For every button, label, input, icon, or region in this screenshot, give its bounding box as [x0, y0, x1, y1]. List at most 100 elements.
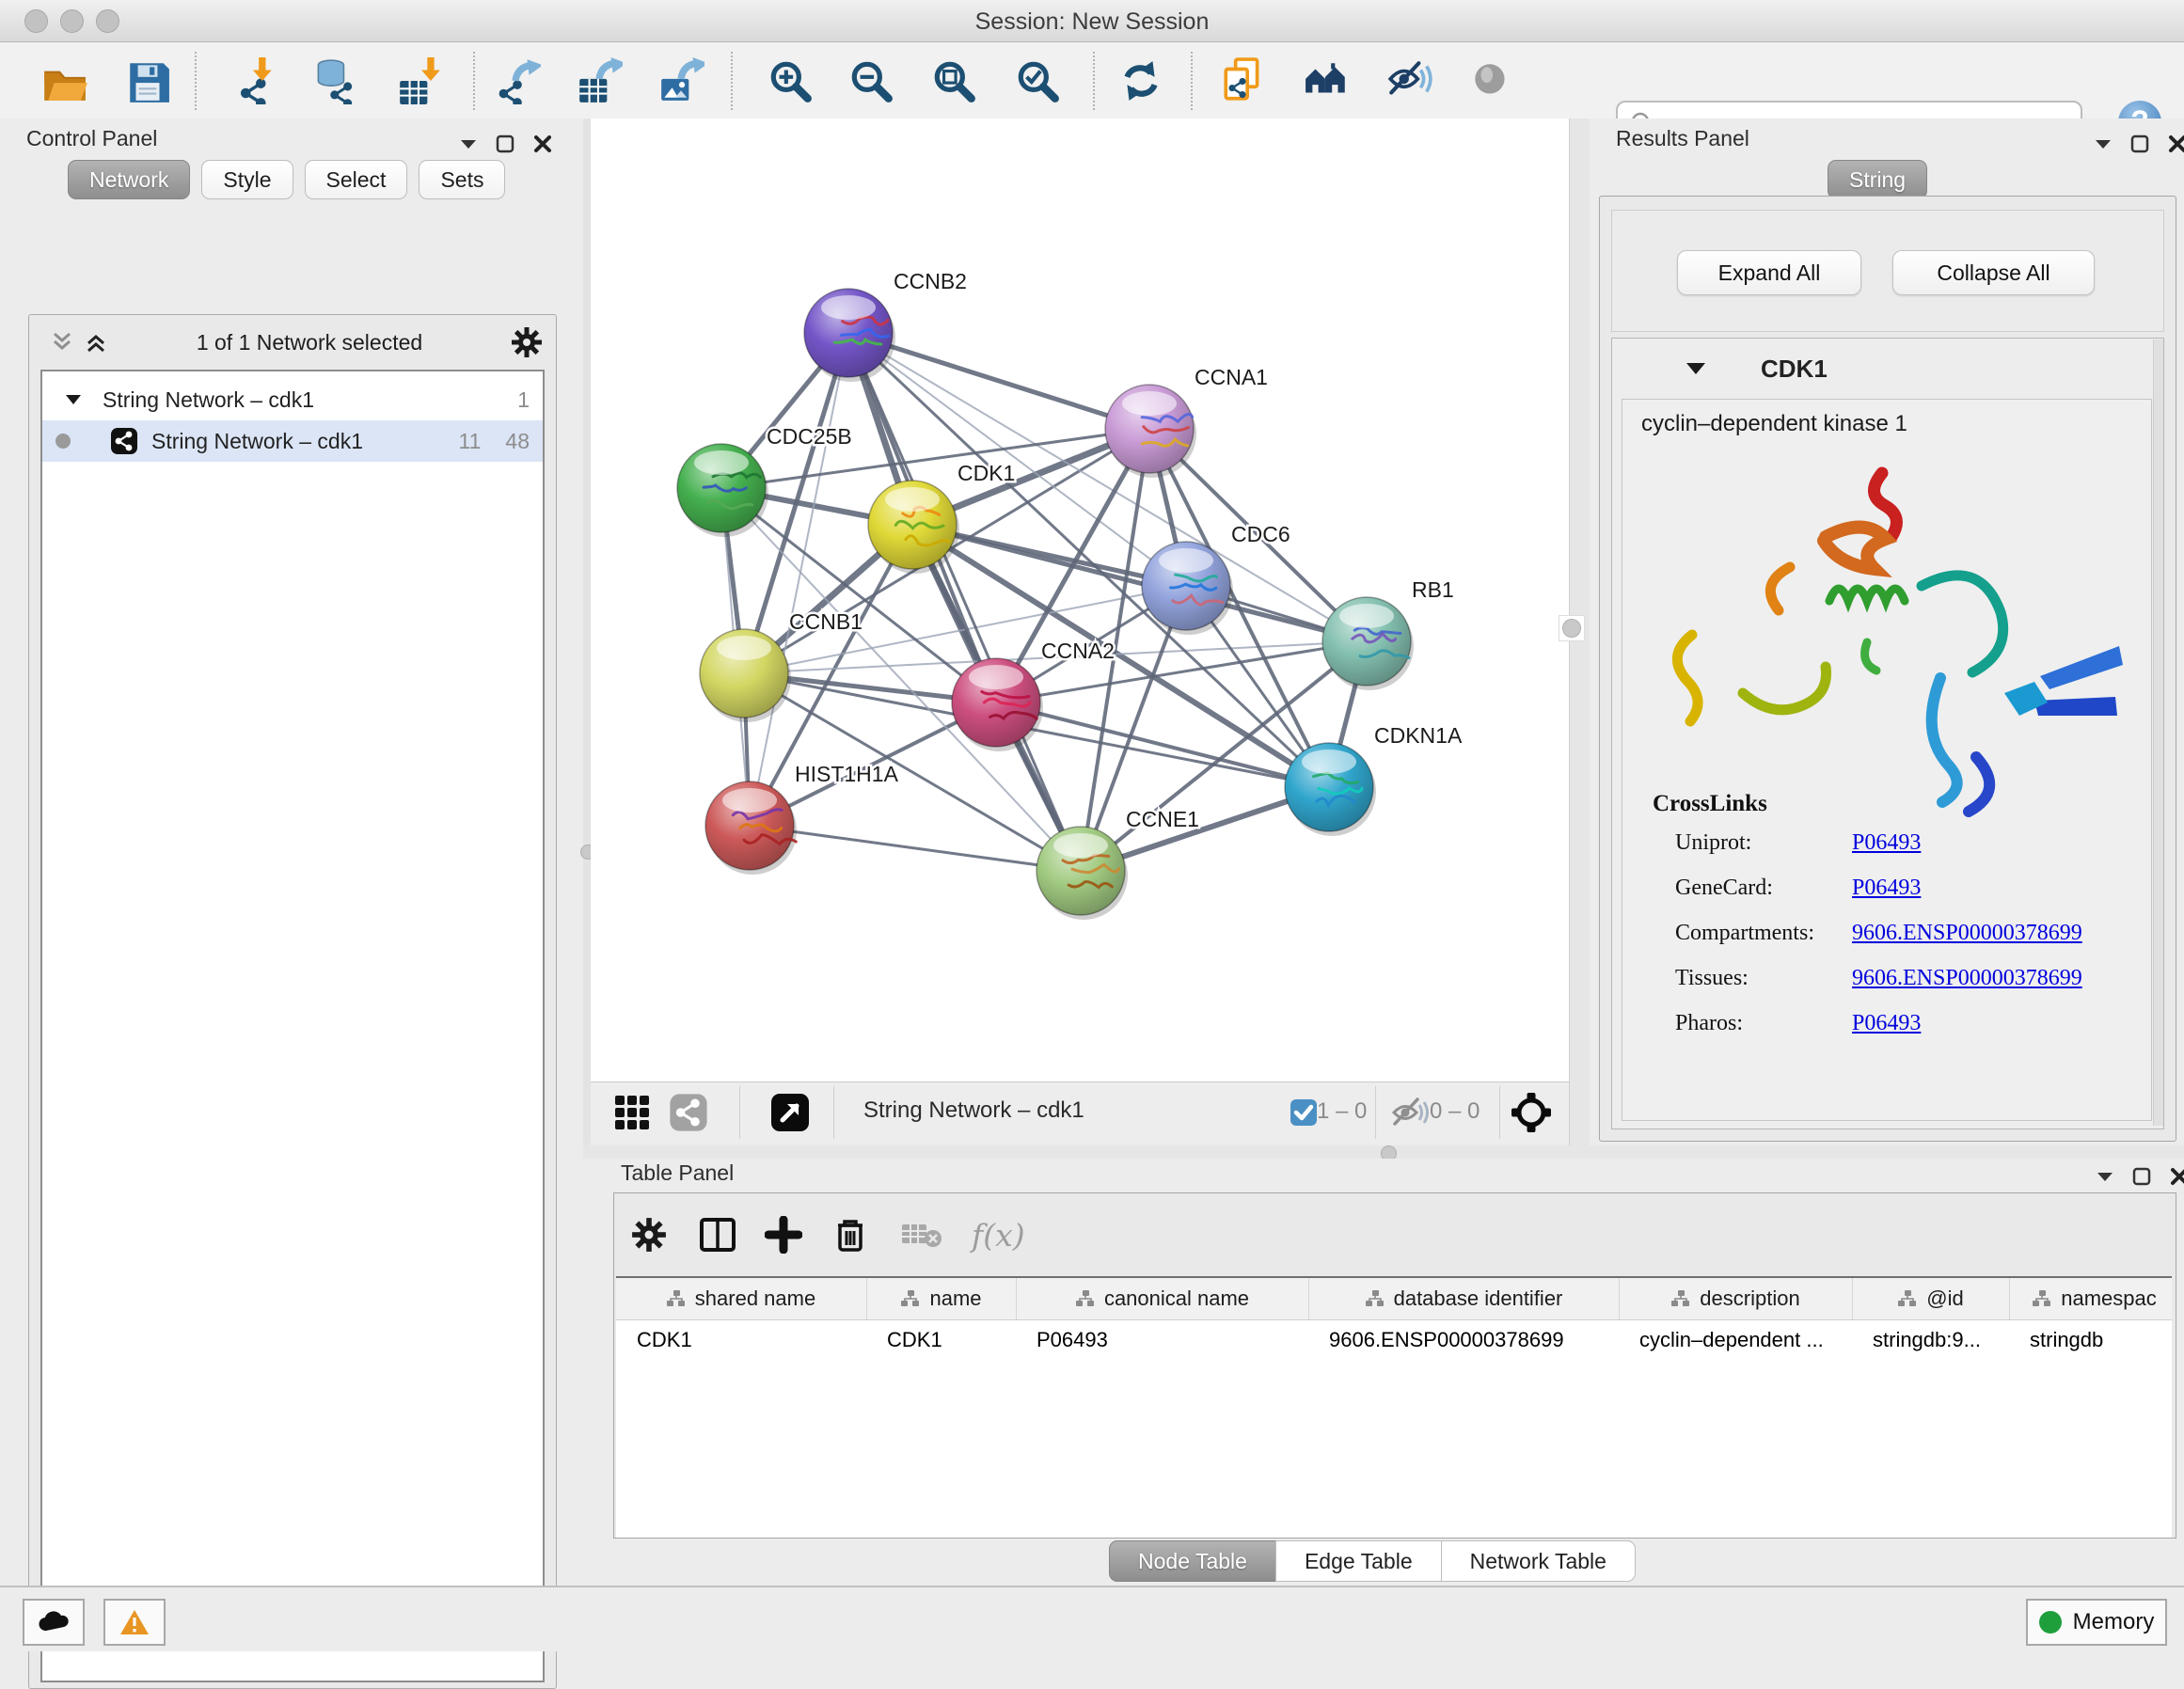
show-columns-icon[interactable]: [699, 1216, 736, 1254]
node-label-CCNA2: CCNA2: [1041, 639, 1115, 663]
show-hidden-button[interactable]: [1456, 54, 1527, 108]
crosslink-link[interactable]: 9606.ENSP00000378699: [1852, 966, 2082, 991]
column-header-namespac[interactable]: namespac: [2009, 1278, 2172, 1319]
tab-sets[interactable]: Sets: [419, 160, 505, 199]
node-label-RB1: RB1: [1412, 577, 1454, 602]
edge-CDK1-RB1[interactable]: [912, 525, 1367, 641]
column-header-description[interactable]: description: [1619, 1278, 1852, 1319]
export-network-button[interactable]: [482, 54, 553, 108]
warning-button[interactable]: [103, 1599, 166, 1646]
edge-CCNB2-CCNE1[interactable]: [848, 333, 1081, 871]
results-panel-menu-icon[interactable]: [2094, 138, 2113, 150]
open-session-button[interactable]: [28, 54, 100, 108]
network-options-gear-icon[interactable]: [511, 326, 543, 358]
gene-description: cyclin–dependent kinase 1: [1641, 411, 1907, 437]
refresh-button[interactable]: [1105, 54, 1177, 108]
column-header-database-identifier[interactable]: database identifier: [1308, 1278, 1619, 1319]
horizontal-splitter[interactable]: [583, 1145, 2184, 1159]
node-table: shared namenamecanonical namedatabase id…: [616, 1276, 2172, 1538]
main-toolbar: ?: [0, 42, 2184, 119]
import-table-from-file-button[interactable]: [384, 54, 455, 108]
table-row[interactable]: CDK1CDK1P064939606.ENSP00000378699cyclin…: [616, 1320, 2172, 1360]
import-database-icon: [309, 57, 356, 104]
zoom-selected-icon: [1014, 57, 1061, 104]
eye-slash-icon: [1386, 57, 1433, 104]
crosslink-link[interactable]: P06493: [1852, 1011, 1921, 1036]
import-network-from-database-button[interactable]: [297, 54, 369, 108]
zoom-out-button[interactable]: [835, 54, 907, 108]
save-icon: [124, 57, 171, 104]
memory-button[interactable]: Memory: [2026, 1599, 2167, 1646]
node-HIST1H1A[interactable]: HIST1H1A: [705, 762, 899, 875]
hidden-eye-slash-icon[interactable]: [1386, 1090, 1432, 1135]
table-options-gear-icon[interactable]: [631, 1217, 667, 1253]
create-column-plus-icon[interactable]: [765, 1216, 802, 1254]
delete-table-icon: [900, 1219, 943, 1251]
gene-expander-icon[interactable]: [1685, 362, 1706, 375]
zoom-in-button[interactable]: [754, 54, 826, 108]
birds-eye-crosshair-icon[interactable]: [1509, 1090, 1554, 1135]
results-panel-close-icon[interactable]: [2167, 134, 2184, 154]
tab-style[interactable]: Style: [201, 160, 293, 199]
node-CDKN1A[interactable]: CDKN1A: [1285, 723, 1463, 836]
gene-section-header[interactable]: CDK1: [1612, 339, 2163, 399]
zoom-selected-button[interactable]: [1002, 54, 1073, 108]
collection-expander-icon[interactable]: [65, 394, 82, 405]
table-panel-menu-icon[interactable]: [2096, 1171, 2114, 1182]
results-scrollbar[interactable]: [2153, 339, 2163, 1126]
collapse-all-button[interactable]: Collapse All: [1892, 250, 2095, 295]
table-panel-float-icon[interactable]: [2131, 1166, 2152, 1187]
tab-select[interactable]: Select: [305, 160, 408, 199]
node-label-CCNE1: CCNE1: [1126, 807, 1199, 831]
column-header-@id[interactable]: @id: [1852, 1278, 2009, 1319]
tab-edge-table[interactable]: Edge Table: [1275, 1540, 1442, 1582]
table-cell: stringdb: [2009, 1320, 2172, 1360]
first-neighbors-button[interactable]: [1291, 54, 1363, 108]
crosslink-link[interactable]: P06493: [1852, 876, 1921, 901]
open-in-window-icon[interactable]: [768, 1090, 813, 1135]
table-cell: 9606.ENSP00000378699: [1308, 1320, 1619, 1360]
hide-selected-button[interactable]: [1374, 54, 1446, 108]
clone-network-button[interactable]: [1208, 54, 1279, 108]
column-header-canonical-name[interactable]: canonical name: [1016, 1278, 1308, 1319]
grid-view-icon[interactable]: [609, 1090, 655, 1135]
network-canvas[interactable]: CCNB2CCNA1CDC25BCDK1CDC6RB1CCNB1CCNA2CDK…: [591, 118, 1569, 1081]
import-network-from-file-button[interactable]: [219, 54, 291, 108]
node-CDK1[interactable]: CDK1: [868, 461, 1015, 574]
tab-node-table[interactable]: Node Table: [1109, 1540, 1276, 1582]
tab-network-table[interactable]: Network Table: [1441, 1540, 1636, 1582]
tab-network[interactable]: Network: [68, 160, 190, 199]
crosslink-link[interactable]: 9606.ENSP00000378699: [1852, 921, 2082, 946]
expand-all-button[interactable]: Expand All: [1677, 250, 1861, 295]
node-RB1[interactable]: RB1: [1322, 577, 1454, 690]
table-cell: CDK1: [616, 1320, 866, 1360]
table-cell: cyclin–dependent ...: [1619, 1320, 1852, 1360]
network-row-selected[interactable]: String Network – cdk1 11 48: [42, 420, 543, 462]
control-panel-float-icon[interactable]: [495, 134, 515, 154]
network-collection-row[interactable]: String Network – cdk1 1: [42, 379, 543, 420]
save-session-button[interactable]: [112, 54, 183, 108]
tab-string[interactable]: String: [1828, 160, 1927, 199]
expand-all-chevron-icon[interactable]: [84, 330, 108, 355]
right-splitter-handle[interactable]: [1559, 615, 1585, 641]
cloud-icon: [37, 1610, 71, 1634]
left-splitter[interactable]: [583, 118, 591, 1145]
delete-column-trash-icon[interactable]: [832, 1216, 868, 1254]
column-header-name[interactable]: name: [866, 1278, 1016, 1319]
collapse-all-chevron-icon[interactable]: [50, 330, 74, 355]
results-panel-float-icon[interactable]: [2129, 134, 2150, 154]
control-panel-close-icon[interactable]: [532, 134, 553, 154]
window-title: Session: New Session: [0, 8, 2184, 36]
control-panel-menu-icon[interactable]: [459, 138, 478, 150]
column-header-shared-name[interactable]: shared name: [616, 1278, 866, 1319]
edge-CCNB2-HIST1H1A[interactable]: [750, 333, 848, 826]
export-image-button[interactable]: [645, 54, 717, 108]
node-CCNA1[interactable]: CCNA1: [1105, 365, 1268, 478]
share-view-icon[interactable]: [666, 1090, 711, 1135]
crosslink-link[interactable]: P06493: [1852, 830, 1921, 856]
fit-content-button[interactable]: [918, 54, 989, 108]
cloud-button[interactable]: [23, 1599, 85, 1646]
table-panel-close-icon[interactable]: [2169, 1166, 2184, 1187]
edge-CCNE1-HIST1H1A[interactable]: [750, 826, 1081, 871]
export-table-button[interactable]: [563, 54, 635, 108]
